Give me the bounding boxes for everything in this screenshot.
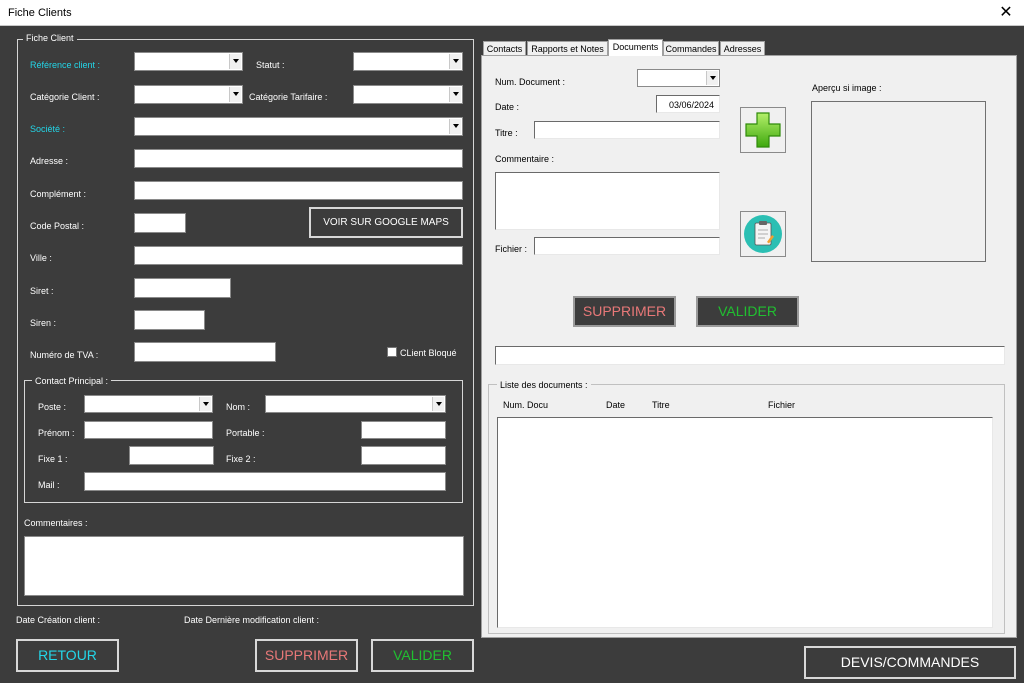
- devis-commandes-button[interactable]: DEVIS/COMMANDES: [804, 646, 1016, 679]
- nom-label: Nom :: [226, 402, 251, 412]
- categorie-client-combo[interactable]: [134, 85, 243, 104]
- prenom-input[interactable]: [84, 421, 213, 439]
- col-date: Date: [606, 400, 626, 410]
- portable-input[interactable]: [361, 421, 446, 439]
- window-titlebar: Fiche Clients ✕: [0, 0, 1024, 26]
- chevron-down-icon[interactable]: [706, 71, 718, 85]
- date-creation-label: Date Création client :: [16, 615, 101, 625]
- num-document-label: Num. Document :: [495, 77, 566, 87]
- chevron-down-icon[interactable]: [449, 87, 461, 102]
- green-plus-icon: [745, 112, 781, 148]
- liste-documents-legend: Liste des documents :: [497, 380, 591, 390]
- mail-input[interactable]: [84, 472, 446, 491]
- date-value: 03/06/2024: [668, 100, 714, 110]
- fixe1-label: Fixe 1 :: [38, 454, 68, 464]
- chevron-down-icon[interactable]: [199, 397, 211, 411]
- tva-input[interactable]: [134, 342, 276, 362]
- doc-valider-button[interactable]: VALIDER: [696, 296, 799, 327]
- poste-combo[interactable]: [84, 395, 213, 413]
- commentaire-label: Commentaire :: [495, 154, 555, 164]
- document-path-input[interactable]: [495, 346, 1005, 365]
- add-document-button[interactable]: [740, 107, 786, 153]
- clipboard-icon: [744, 215, 782, 253]
- fichier-label: Fichier :: [495, 244, 528, 254]
- statut-label: Statut :: [256, 60, 285, 70]
- attach-file-button[interactable]: [740, 211, 786, 257]
- apercu-label: Aperçu si image :: [812, 83, 882, 93]
- nom-combo[interactable]: [265, 395, 446, 413]
- fiche-client-legend: Fiche Client: [23, 33, 77, 43]
- tab-rapports-notes[interactable]: Rapports et Notes: [527, 41, 608, 56]
- societe-combo[interactable]: [134, 117, 463, 136]
- window-title: Fiche Clients: [8, 7, 72, 19]
- fixe2-input[interactable]: [361, 446, 446, 465]
- complement-label: Complément :: [30, 189, 87, 199]
- portable-label: Portable :: [226, 428, 265, 438]
- date-modification-label: Date Dernière modification client :: [184, 615, 320, 625]
- categorie-tarifaire-label: Catégorie Tarifaire :: [249, 92, 328, 102]
- fixe1-input[interactable]: [129, 446, 214, 465]
- siren-input[interactable]: [134, 310, 205, 330]
- code-postal-input[interactable]: [134, 213, 186, 233]
- col-fichier: Fichier: [768, 400, 796, 410]
- chevron-down-icon[interactable]: [449, 54, 461, 69]
- commentaire-textarea[interactable]: [495, 172, 720, 230]
- apercu-image-frame: [811, 101, 986, 262]
- doc-supprimer-button[interactable]: SUPPRIMER: [573, 296, 676, 327]
- statut-combo[interactable]: [353, 52, 463, 71]
- num-document-combo[interactable]: [637, 69, 720, 87]
- categorie-client-label: Catégorie Client :: [30, 92, 100, 102]
- fixe2-label: Fixe 2 :: [226, 454, 256, 464]
- tab-adresses[interactable]: Adresses: [720, 41, 765, 56]
- date-label: Date :: [495, 102, 520, 112]
- code-postal-label: Code Postal :: [30, 221, 85, 231]
- chevron-down-icon[interactable]: [432, 397, 444, 411]
- supprimer-button[interactable]: SUPPRIMER: [255, 639, 358, 672]
- tab-contacts[interactable]: Contacts: [483, 41, 526, 56]
- commentaires-label: Commentaires :: [24, 518, 88, 528]
- titre-label: Titre :: [495, 128, 518, 138]
- chevron-down-icon[interactable]: [229, 87, 241, 102]
- close-icon[interactable]: ✕: [994, 2, 1018, 24]
- ville-input[interactable]: [134, 246, 463, 265]
- commentaires-textarea[interactable]: [24, 536, 464, 596]
- chevron-down-icon[interactable]: [449, 119, 461, 134]
- categorie-tarifaire-combo[interactable]: [353, 85, 463, 104]
- complement-input[interactable]: [134, 181, 463, 200]
- reference-client-combo[interactable]: [134, 52, 243, 71]
- siret-label: Siret :: [30, 286, 54, 296]
- tab-commandes[interactable]: Commandes: [663, 41, 719, 56]
- col-titre: Titre: [652, 400, 670, 410]
- siren-label: Siren :: [30, 318, 57, 328]
- titre-input[interactable]: [534, 121, 720, 139]
- tab-documents[interactable]: Documents: [608, 39, 663, 56]
- prenom-label: Prénom :: [38, 428, 75, 438]
- poste-label: Poste :: [38, 402, 67, 412]
- tva-label: Numéro de TVA :: [30, 350, 99, 360]
- client-bloque-checkbox[interactable]: [387, 347, 397, 357]
- adresse-input[interactable]: [134, 149, 463, 168]
- valider-button[interactable]: VALIDER: [371, 639, 474, 672]
- reference-client-label: Référence client :: [30, 60, 101, 70]
- ville-label: Ville :: [30, 253, 52, 263]
- fichier-input[interactable]: [534, 237, 720, 255]
- mail-label: Mail :: [38, 480, 60, 490]
- date-input[interactable]: 03/06/2024: [656, 95, 720, 113]
- documents-listbox[interactable]: [497, 417, 993, 628]
- client-bloque-label: CLient Bloqué: [400, 348, 457, 358]
- chevron-down-icon[interactable]: [229, 54, 241, 69]
- contact-principal-legend: Contact Principal :: [32, 376, 112, 386]
- siret-input[interactable]: [134, 278, 231, 298]
- google-maps-button[interactable]: VOIR SUR GOOGLE MAPS: [309, 207, 463, 238]
- adresse-label: Adresse :: [30, 156, 69, 166]
- retour-button[interactable]: RETOUR: [16, 639, 119, 672]
- societe-label: Société :: [30, 124, 66, 134]
- col-num-docu: Num. Docu: [503, 400, 549, 410]
